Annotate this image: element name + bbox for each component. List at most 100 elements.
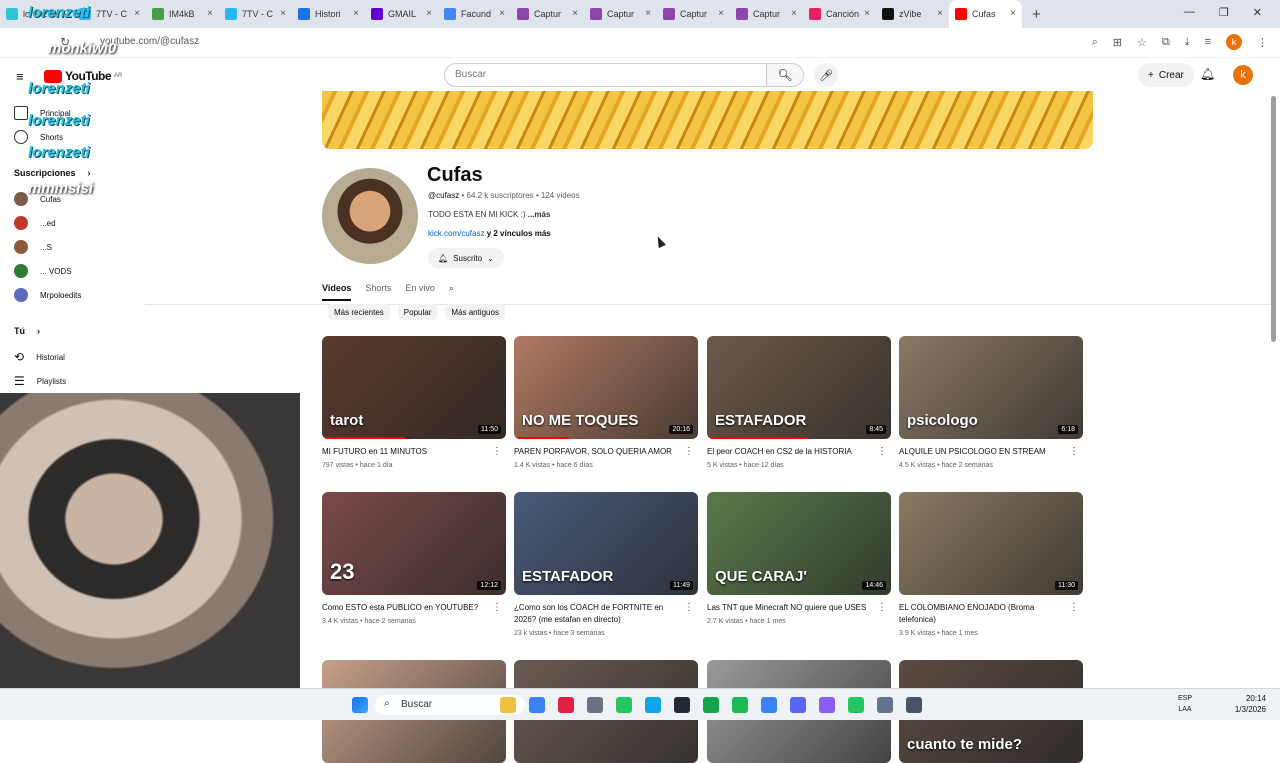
video-title[interactable]: Como ESTO esta PUBLICO en YOUTUBE?	[322, 602, 506, 614]
more-options-icon[interactable]: ⋮	[492, 602, 502, 613]
tab-shorts[interactable]: Shorts	[365, 283, 391, 301]
windows-start-icon[interactable]	[352, 697, 368, 713]
close-tab-icon[interactable]: ×	[645, 8, 651, 19]
video-title[interactable]: ¿Como son los COACH de FORTNITE en 2026?…	[514, 602, 698, 626]
video-title[interactable]: Las TNT que Minecraft NO quiere que USES	[707, 602, 891, 614]
taskbar-app-icon[interactable]	[819, 697, 835, 713]
subscription-item[interactable]: ...S	[14, 240, 52, 254]
video-card[interactable]: QUE CARAJ' 14:46 Las TNT que Minecraft NO …	[707, 492, 891, 625]
taskbar-app-icon[interactable]	[906, 697, 922, 713]
video-thumbnail[interactable]: QUE CARAJ' 14:46	[707, 492, 891, 595]
sidebar-item-playlists[interactable]: ☰ Playlists	[14, 374, 66, 388]
sidebar-item-historial[interactable]: ⟲ Historial	[14, 350, 65, 364]
video-card[interactable]: 11:30 EL COLOMBIANO ENOJADO (Broma telefo…	[899, 492, 1083, 637]
more-options-icon[interactable]: ⋮	[684, 602, 694, 613]
zoom-icon[interactable]: ⌕	[1092, 36, 1098, 49]
bookmark-star-icon[interactable]: ☆	[1137, 36, 1147, 49]
video-thumbnail[interactable]: 23 12:12	[322, 492, 506, 595]
close-tab-icon[interactable]: ×	[937, 8, 943, 19]
browser-tab[interactable]: Captur ×	[730, 0, 803, 28]
subscription-item[interactable]: Mrpoloedits	[14, 288, 81, 302]
menu-icon[interactable]: ⋮	[1257, 36, 1268, 49]
close-tab-icon[interactable]: ×	[280, 8, 286, 19]
browser-tab[interactable]: 7TV - C ×	[219, 0, 292, 28]
taskbar-app-icon[interactable]	[529, 697, 545, 713]
close-tab-icon[interactable]: ×	[353, 8, 359, 19]
chip-popular[interactable]: Popular	[397, 304, 438, 320]
close-tab-icon[interactable]: ×	[791, 8, 797, 19]
video-thumbnail[interactable]: ESTAFADOR 11:49	[514, 492, 698, 595]
close-tab-icon[interactable]: ×	[718, 8, 724, 19]
video-card[interactable]: ESTAFADOR 11:49 ¿Como son los COACH de FOR…	[514, 492, 698, 637]
video-title[interactable]: El peor COACH en CS2 de la HISTORIA	[707, 446, 891, 458]
video-card[interactable]: NO ME TOQUES 20:16 PAREN PORFAVOR, SOLO QU…	[514, 336, 698, 469]
video-thumbnail[interactable]: 11:30	[899, 492, 1083, 595]
video-card[interactable]: psicologo 6:18 ALQUILE UN PSICOLOGO EN STR…	[899, 336, 1083, 469]
close-tab-icon[interactable]: ×	[864, 8, 870, 19]
you-header[interactable]: Tú ›	[14, 326, 40, 336]
video-title[interactable]: PAREN PORFAVOR, SOLO QUERIA AMOR	[514, 446, 698, 458]
subscription-item[interactable]: ...ed	[14, 216, 56, 230]
taskbar-app-icon[interactable]	[616, 697, 632, 713]
language-indicator[interactable]: ESP LAA	[1178, 693, 1192, 715]
close-tab-icon[interactable]: ×	[207, 8, 213, 19]
taskbar-app-icon[interactable]	[558, 697, 574, 713]
video-title[interactable]: EL COLOMBIANO ENOJADO (Broma telefonica)	[899, 602, 1083, 626]
taskbar-app-icon[interactable]	[877, 697, 893, 713]
minimize-icon[interactable]: —	[1184, 6, 1195, 19]
video-thumbnail[interactable]: NO ME TOQUES 20:16	[514, 336, 698, 439]
search-input[interactable]: Buscar	[444, 63, 768, 87]
close-tab-icon[interactable]: ×	[1010, 8, 1016, 19]
extensions-icon[interactable]: ⧉	[1162, 36, 1170, 49]
subscription-item[interactable]: ... VODS	[14, 264, 72, 278]
kick-link[interactable]: kick.com/cufasz	[428, 229, 484, 238]
search-button[interactable]: 🔍︎	[766, 63, 804, 87]
browser-tab[interactable]: zVibe ×	[876, 0, 949, 28]
taskbar-app-icon[interactable]	[500, 697, 516, 713]
taskbar-app-icon[interactable]	[848, 697, 864, 713]
account-avatar[interactable]: k	[1233, 65, 1253, 85]
more-links[interactable]: y 2 vínculos más	[487, 229, 551, 238]
video-card[interactable]: 23 12:12 Como ESTO esta PUBLICO en YOUTUBE…	[322, 492, 506, 625]
chip-oldest[interactable]: Más antiguos	[445, 304, 505, 320]
system-clock[interactable]: 20:14 1/3/2026	[1235, 693, 1266, 715]
media-icon[interactable]: ≡	[1205, 36, 1211, 48]
taskbar-app-icon[interactable]	[674, 697, 690, 713]
video-thumbnail[interactable]: tarot 11:50	[322, 336, 506, 439]
create-button[interactable]: + Crear	[1138, 63, 1194, 87]
new-tab-icon[interactable]: +	[1032, 6, 1041, 23]
channel-search-icon[interactable]: ⌕	[449, 283, 454, 301]
browser-tab[interactable]: Captur ×	[511, 0, 584, 28]
taskbar-app-icon[interactable]	[587, 697, 603, 713]
close-window-icon[interactable]: ✕	[1253, 6, 1262, 19]
close-tab-icon[interactable]: ×	[426, 8, 432, 19]
browser-tab[interactable]: Histori ×	[292, 0, 365, 28]
close-tab-icon[interactable]: ×	[572, 8, 578, 19]
subscriptions-header[interactable]: Suscripciones ›	[14, 168, 91, 178]
taskbar-app-icon[interactable]	[703, 697, 719, 713]
more-link[interactable]: ...más	[528, 210, 551, 219]
voice-search-button[interactable]: 🎤︎	[814, 63, 838, 87]
download-icon[interactable]: ⤓	[1185, 36, 1190, 49]
browser-tab[interactable]: GMAIL ×	[365, 0, 438, 28]
taskbar-app-icon[interactable]	[645, 697, 661, 713]
video-thumbnail[interactable]: psicologo 6:18	[899, 336, 1083, 439]
browser-tab[interactable]: IM4kB ×	[146, 0, 219, 28]
taskbar-app-icon[interactable]	[732, 697, 748, 713]
more-options-icon[interactable]: ⋮	[1069, 446, 1079, 457]
more-options-icon[interactable]: ⋮	[492, 446, 502, 457]
browser-tab[interactable]: Facund ×	[438, 0, 511, 28]
page-scrollbar[interactable]	[1271, 96, 1276, 342]
notifications-bell-icon[interactable]: 🔔︎	[1200, 67, 1215, 81]
profile-avatar[interactable]: k	[1226, 34, 1242, 50]
install-icon[interactable]: ⊞	[1113, 36, 1122, 49]
hamburger-menu-icon[interactable]: ≡	[16, 69, 24, 84]
sidebar-item-shorts[interactable]: Shorts	[14, 130, 63, 144]
chip-recent[interactable]: Más recientes	[328, 304, 390, 320]
more-options-icon[interactable]: ⋮	[877, 446, 887, 457]
close-tab-icon[interactable]: ×	[134, 8, 140, 19]
restore-icon[interactable]: ❐	[1219, 6, 1229, 19]
browser-tab[interactable]: Captur ×	[657, 0, 730, 28]
taskbar-app-icon[interactable]	[761, 697, 777, 713]
tab-en-vivo[interactable]: En vivo	[405, 283, 435, 301]
